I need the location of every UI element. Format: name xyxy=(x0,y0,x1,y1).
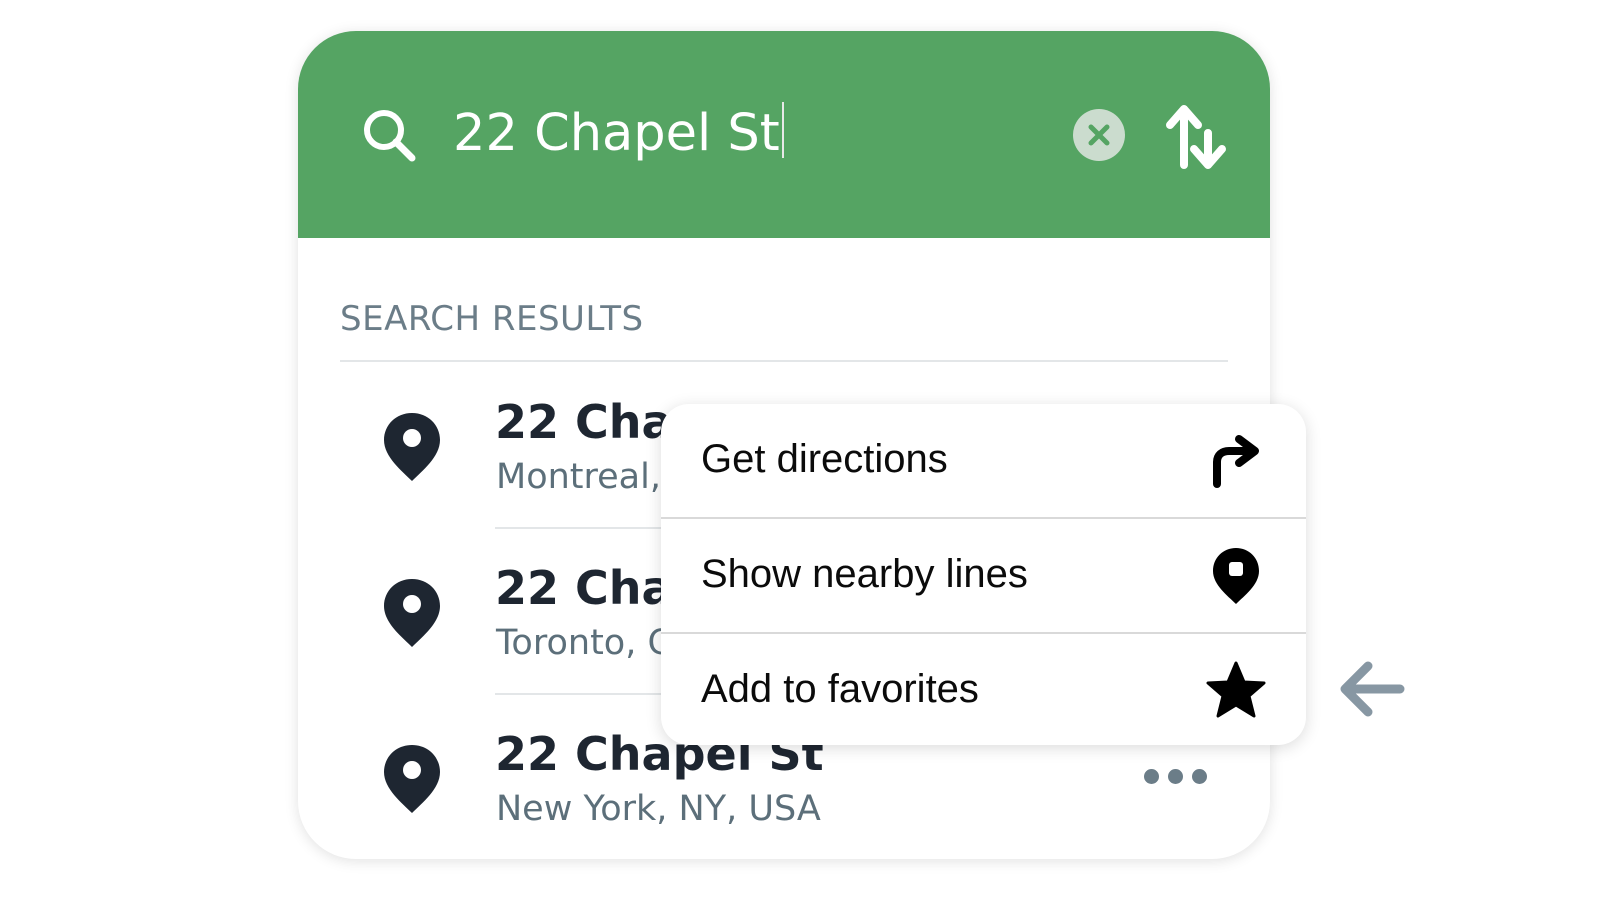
clear-icon xyxy=(1088,124,1110,146)
text-caret xyxy=(781,102,784,158)
more-options-button[interactable] xyxy=(1140,761,1212,791)
star-icon xyxy=(1206,661,1266,718)
search-input[interactable]: 22 Chapel St xyxy=(453,101,1043,167)
search-header: 22 Chapel St xyxy=(298,31,1270,238)
result-subtitle: Toronto, C xyxy=(496,623,672,663)
context-menu: Get directions Show nearby lines Add to … xyxy=(661,404,1306,745)
menu-item-label: Show nearby lines xyxy=(701,552,1028,596)
menu-item-label: Get directions xyxy=(701,437,948,481)
clear-search-button[interactable] xyxy=(1073,109,1125,161)
more-dot xyxy=(1144,769,1159,784)
more-dot xyxy=(1168,769,1183,784)
search-input-value: 22 Chapel St xyxy=(453,104,780,163)
location-pin-icon xyxy=(384,413,440,481)
turn-right-arrow-icon xyxy=(1213,435,1259,488)
location-pin-icon xyxy=(384,745,440,813)
location-pin-icon xyxy=(384,579,440,647)
result-subtitle: Montreal, xyxy=(496,457,661,497)
menu-item-add-to-favorites[interactable]: Add to favorites xyxy=(661,634,1306,745)
menu-item-label: Add to favorites xyxy=(701,667,979,711)
search-icon xyxy=(364,110,416,162)
result-subtitle: New York, NY, USA xyxy=(496,789,821,829)
menu-item-show-nearby-lines[interactable]: Show nearby lines xyxy=(661,519,1306,632)
search-results-heading: SEARCH RESULTS xyxy=(340,299,644,339)
swap-direction-icon[interactable] xyxy=(1164,99,1228,173)
section-divider xyxy=(340,360,1228,362)
pointer-arrow-icon xyxy=(1340,661,1405,717)
more-dot xyxy=(1192,769,1207,784)
menu-item-get-directions[interactable]: Get directions xyxy=(661,404,1306,517)
location-pin-icon xyxy=(1213,548,1259,604)
